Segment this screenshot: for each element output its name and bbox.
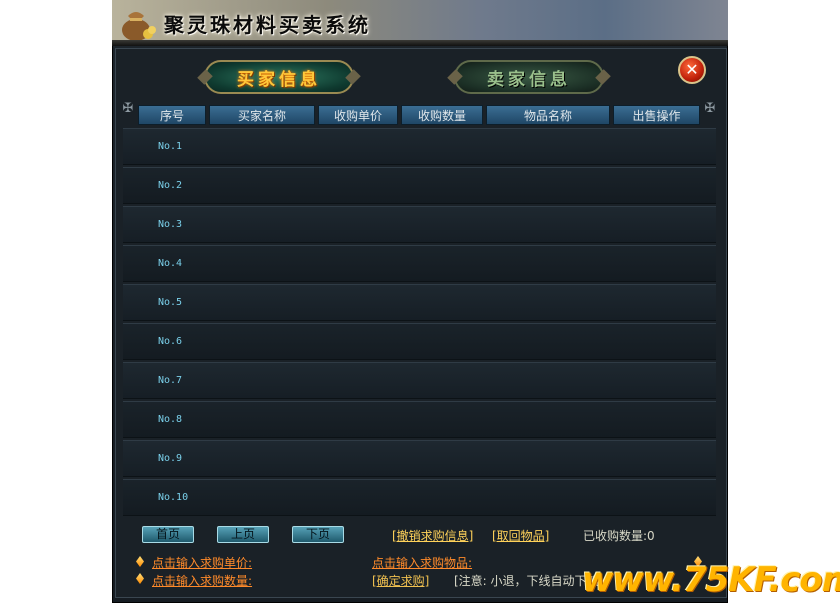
- row-number: No.1: [158, 141, 183, 152]
- confirm-request-link[interactable]: [确定求购]: [372, 572, 429, 589]
- prev-page-button[interactable]: 上页: [217, 526, 269, 543]
- stage: 聚灵珠材料买卖系统 买家信息 卖家信息 ✕ ✠ ✠ ✠ ✠ 序号 买家名称 收购…: [0, 0, 840, 603]
- row-number: No.8: [158, 414, 183, 425]
- table-row[interactable]: No.8: [123, 401, 716, 438]
- row-number: No.4: [158, 258, 183, 269]
- offline-notice: [注意: 小退，下线自动下架!: [454, 574, 604, 588]
- tab-buyer-info[interactable]: 买家信息: [204, 60, 354, 94]
- row-number: No.6: [158, 336, 183, 347]
- row-number: No.7: [158, 375, 183, 386]
- row-number: No.2: [158, 180, 183, 191]
- site-watermark: www.75KF.com: [582, 560, 840, 600]
- row-number: No.10: [158, 492, 189, 503]
- money-bag-icon: [122, 12, 156, 41]
- table-row[interactable]: No.7: [123, 362, 716, 399]
- retrieve-items-link[interactable]: [取回物品]: [492, 527, 549, 544]
- input-item-link[interactable]: 点击输入求购物品:: [372, 554, 472, 571]
- row-number: No.3: [158, 219, 183, 230]
- column-header-item-name: 物品名称: [486, 105, 610, 125]
- next-page-button[interactable]: 下页: [292, 526, 344, 543]
- table-row[interactable]: No.5: [123, 284, 716, 321]
- window-title: 聚灵珠材料买卖系统: [164, 13, 371, 37]
- row-number: No.9: [158, 453, 183, 464]
- column-header-buyer-name: 买家名称: [209, 105, 315, 125]
- table-row[interactable]: No.1: [123, 128, 716, 165]
- cancel-request-link[interactable]: [撤销求购信息]: [392, 527, 473, 544]
- table-row[interactable]: No.10: [123, 479, 716, 516]
- column-header-index: 序号: [138, 105, 206, 125]
- table-row[interactable]: No.9: [123, 440, 716, 477]
- input-quantity-link[interactable]: 点击输入求购数量:: [152, 572, 252, 589]
- table-row[interactable]: No.2: [123, 167, 716, 204]
- corner-ornament-icon: ✠: [704, 101, 716, 116]
- table-header: 序号 买家名称 收购单价 收购数量 物品名称 出售操作: [138, 105, 700, 125]
- first-page-button[interactable]: 首页: [142, 526, 194, 543]
- column-header-quantity: 收购数量: [401, 105, 483, 125]
- table-row[interactable]: No.6: [123, 323, 716, 360]
- table-row[interactable]: No.4: [123, 245, 716, 282]
- corner-ornament-icon: ✠: [122, 101, 134, 116]
- tab-seller-info[interactable]: 卖家信息: [454, 60, 604, 94]
- close-button[interactable]: ✕: [678, 56, 706, 84]
- column-header-sell-action: 出售操作: [613, 105, 700, 125]
- table-row[interactable]: No.3: [123, 206, 716, 243]
- title-banner: 聚灵珠材料买卖系统: [112, 0, 728, 46]
- close-icon: ✕: [685, 60, 699, 79]
- buyer-list: No.1 No.2 No.3 No.4 No.5 No.6 No.7 No.8 …: [123, 128, 716, 518]
- input-price-link[interactable]: 点击输入求购单价:: [152, 554, 252, 571]
- purchased-count: 已收购数量:0: [583, 529, 655, 543]
- row-number: No.5: [158, 297, 183, 308]
- column-header-unit-price: 收购单价: [318, 105, 398, 125]
